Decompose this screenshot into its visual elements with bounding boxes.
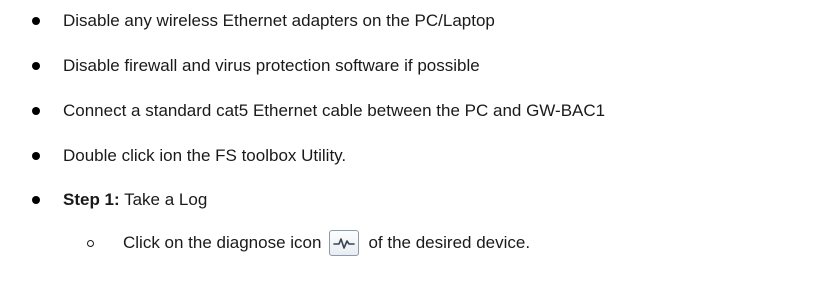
bullet-dot: [32, 17, 40, 25]
list-item-text: Double click ion the FS toolbox Utility.: [63, 146, 347, 165]
list-item-text: Connect a standard cat5 Ethernet cable b…: [63, 101, 606, 120]
sub-list-item-text: Click on the diagnose icon of the desire…: [123, 230, 530, 256]
sub-text-after-icon: of the desired device.: [368, 233, 531, 252]
bullet-dot: [32, 62, 40, 70]
step-description: Take a Log: [119, 190, 208, 209]
list-item-text: Disable firewall and virus protection so…: [63, 56, 480, 75]
bullet-dot: [32, 196, 40, 204]
instruction-document: Disable any wireless Ethernet adapters o…: [0, 0, 823, 286]
diagnose-icon: [329, 230, 360, 256]
bullet-dot: [32, 152, 40, 160]
bullet-dot: [32, 107, 40, 115]
step-label: Step 1:: [63, 190, 120, 209]
list-item-text: Step 1: Take a Log: [63, 190, 207, 210]
sub-bullet-circle: [87, 239, 94, 247]
list-item-text: Disable any wireless Ethernet adapters o…: [63, 11, 495, 30]
sub-text-before-icon: Click on the diagnose icon: [123, 233, 322, 252]
